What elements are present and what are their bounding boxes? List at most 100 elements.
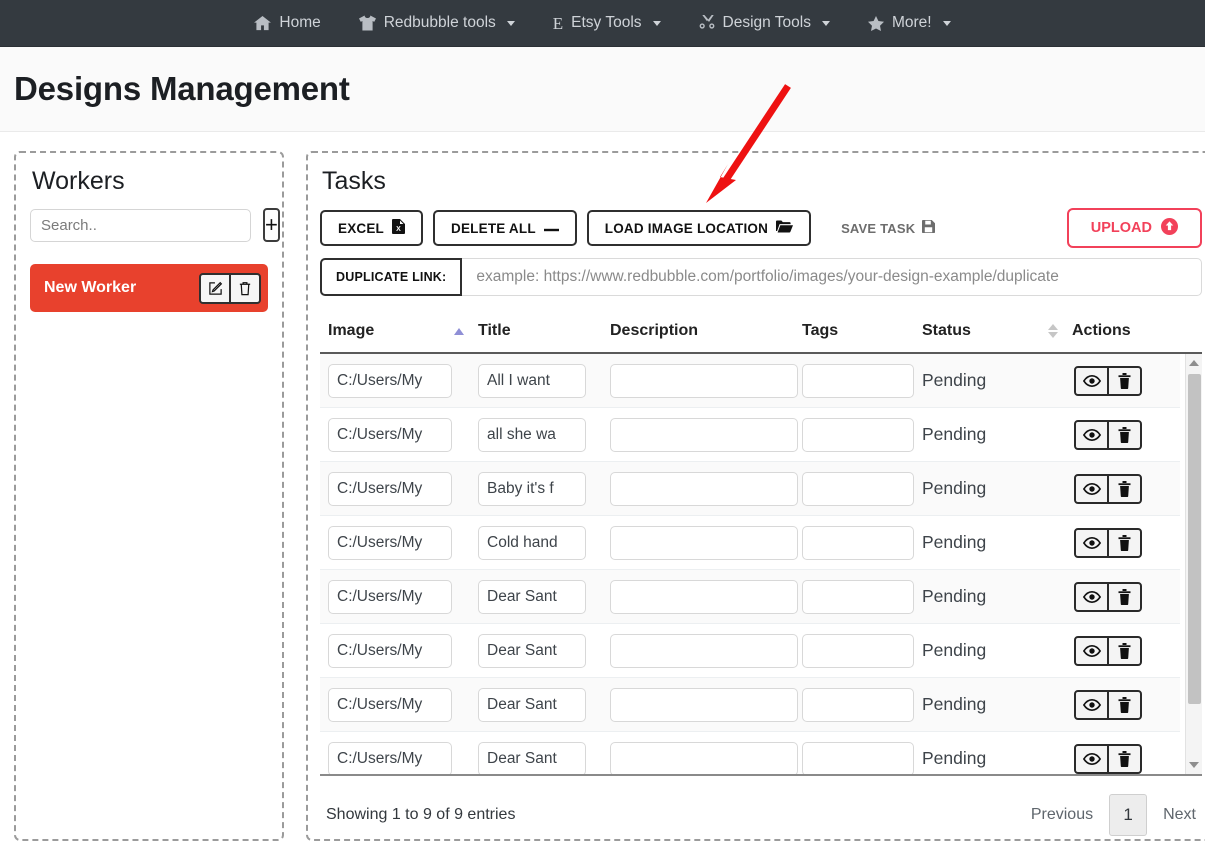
tags-input[interactable] xyxy=(802,687,914,722)
description-input[interactable] xyxy=(610,633,798,668)
delete-task-button[interactable] xyxy=(1108,581,1142,612)
scissors-icon xyxy=(699,15,715,31)
scroll-up-arrow-icon[interactable] xyxy=(1186,354,1203,372)
cell-image xyxy=(328,633,478,668)
save-task-button[interactable]: SAVE TASK xyxy=(835,219,941,237)
delete-task-button[interactable] xyxy=(1108,419,1142,450)
image-path-input[interactable] xyxy=(328,741,452,774)
add-worker-button[interactable]: + xyxy=(263,208,280,242)
view-task-button[interactable] xyxy=(1074,689,1108,720)
description-input[interactable] xyxy=(610,363,798,398)
image-path-input[interactable] xyxy=(328,471,452,506)
tasks-toolbar: EXCEL X DELETE ALL LOAD IMAGE LOCATION S… xyxy=(320,208,1202,248)
title-input[interactable] xyxy=(478,633,586,668)
duplicate-link-input[interactable] xyxy=(462,258,1202,296)
description-input[interactable] xyxy=(610,579,798,614)
worker-list-item[interactable]: New Worker xyxy=(30,264,268,312)
description-input[interactable] xyxy=(610,741,798,774)
excel-button[interactable]: EXCEL X xyxy=(320,210,424,246)
title-input[interactable] xyxy=(478,741,586,774)
delete-task-button[interactable] xyxy=(1108,365,1142,396)
delete-task-button[interactable] xyxy=(1108,689,1142,720)
scrollbar-track[interactable] xyxy=(1186,372,1203,756)
nav-item-more[interactable]: More! xyxy=(867,14,951,32)
description-input[interactable] xyxy=(610,687,798,722)
tags-input[interactable] xyxy=(802,363,914,398)
view-task-button[interactable] xyxy=(1074,635,1108,666)
title-input[interactable] xyxy=(478,363,586,398)
duplicate-link-label[interactable]: DUPLICATE LINK: xyxy=(320,258,463,296)
workers-panel-title: Workers xyxy=(32,167,125,195)
column-header-description[interactable]: Description xyxy=(610,322,802,340)
delete-task-button[interactable] xyxy=(1108,473,1142,504)
nav-item-design-tools[interactable]: Design Tools xyxy=(699,15,830,31)
workers-search-input[interactable] xyxy=(30,208,251,242)
title-input[interactable] xyxy=(478,471,586,506)
table-row: Pending xyxy=(320,678,1180,732)
table-row: Pending xyxy=(320,462,1180,516)
column-header-tags[interactable]: Tags xyxy=(802,322,922,340)
cell-image xyxy=(328,363,478,398)
tshirt-icon xyxy=(358,15,376,31)
delete-worker-button[interactable] xyxy=(230,272,261,304)
nav-item-redbubble-tools[interactable]: Redbubble tools xyxy=(358,15,515,31)
description-input[interactable] xyxy=(610,471,798,506)
image-path-input[interactable] xyxy=(328,633,452,668)
image-path-input[interactable] xyxy=(328,687,452,722)
delete-task-button[interactable] xyxy=(1108,527,1142,558)
image-path-input[interactable] xyxy=(328,417,452,452)
title-input[interactable] xyxy=(478,417,586,452)
pagination-next[interactable]: Next xyxy=(1163,806,1196,824)
title-input[interactable] xyxy=(478,687,586,722)
title-input[interactable] xyxy=(478,579,586,614)
view-task-button[interactable] xyxy=(1074,365,1108,396)
delete-task-button[interactable] xyxy=(1108,743,1142,774)
pagination-page-1[interactable]: 1 xyxy=(1109,793,1148,836)
delete-task-button[interactable] xyxy=(1108,635,1142,666)
view-task-button[interactable] xyxy=(1074,743,1108,774)
load-image-location-button-label: LOAD IMAGE LOCATION xyxy=(604,220,769,236)
column-label-description: Description xyxy=(610,322,699,339)
column-header-image[interactable]: Image xyxy=(328,322,478,340)
tags-input[interactable] xyxy=(802,741,914,774)
column-header-title[interactable]: Title xyxy=(478,322,610,340)
tags-input[interactable] xyxy=(802,579,914,614)
cell-status: Pending xyxy=(922,694,1072,715)
nav-item-home[interactable]: Home xyxy=(254,15,321,31)
column-label-tags: Tags xyxy=(802,322,839,339)
cell-tags xyxy=(802,363,922,398)
table-vertical-scrollbar[interactable] xyxy=(1185,354,1202,774)
cell-status: Pending xyxy=(922,478,1072,499)
image-path-input[interactable] xyxy=(328,579,452,614)
view-task-button[interactable] xyxy=(1074,527,1108,558)
edit-worker-button[interactable] xyxy=(199,272,230,304)
tags-input[interactable] xyxy=(802,633,914,668)
nav-label-more: More! xyxy=(891,14,932,32)
image-path-input[interactable] xyxy=(328,525,452,560)
delete-all-button[interactable]: DELETE ALL xyxy=(433,210,577,246)
title-input[interactable] xyxy=(478,525,586,560)
description-input[interactable] xyxy=(610,525,798,560)
floppy-disk-icon xyxy=(922,220,936,236)
pagination-previous[interactable]: Previous xyxy=(1031,806,1093,824)
cell-title xyxy=(478,525,610,560)
column-header-status[interactable]: Status xyxy=(922,322,1072,340)
description-input[interactable] xyxy=(610,417,798,452)
load-image-location-button[interactable]: LOAD IMAGE LOCATION xyxy=(586,210,812,246)
upload-button[interactable]: UPLOAD xyxy=(1066,208,1202,248)
view-task-button[interactable] xyxy=(1074,581,1108,612)
tags-input[interactable] xyxy=(802,525,914,560)
cell-description xyxy=(610,687,802,722)
scroll-down-arrow-icon[interactable] xyxy=(1186,756,1203,774)
image-path-input[interactable] xyxy=(328,363,452,398)
cell-image xyxy=(328,417,478,452)
scrollbar-thumb[interactable] xyxy=(1187,374,1201,704)
tags-input[interactable] xyxy=(802,417,914,452)
svg-text:X: X xyxy=(396,226,401,233)
nav-item-etsy-tools[interactable]: E Etsy Tools xyxy=(553,15,661,32)
view-task-button[interactable] xyxy=(1074,473,1108,504)
table-row: Pending xyxy=(320,624,1180,678)
cell-image xyxy=(328,741,478,774)
view-task-button[interactable] xyxy=(1074,419,1108,450)
tags-input[interactable] xyxy=(802,471,914,506)
